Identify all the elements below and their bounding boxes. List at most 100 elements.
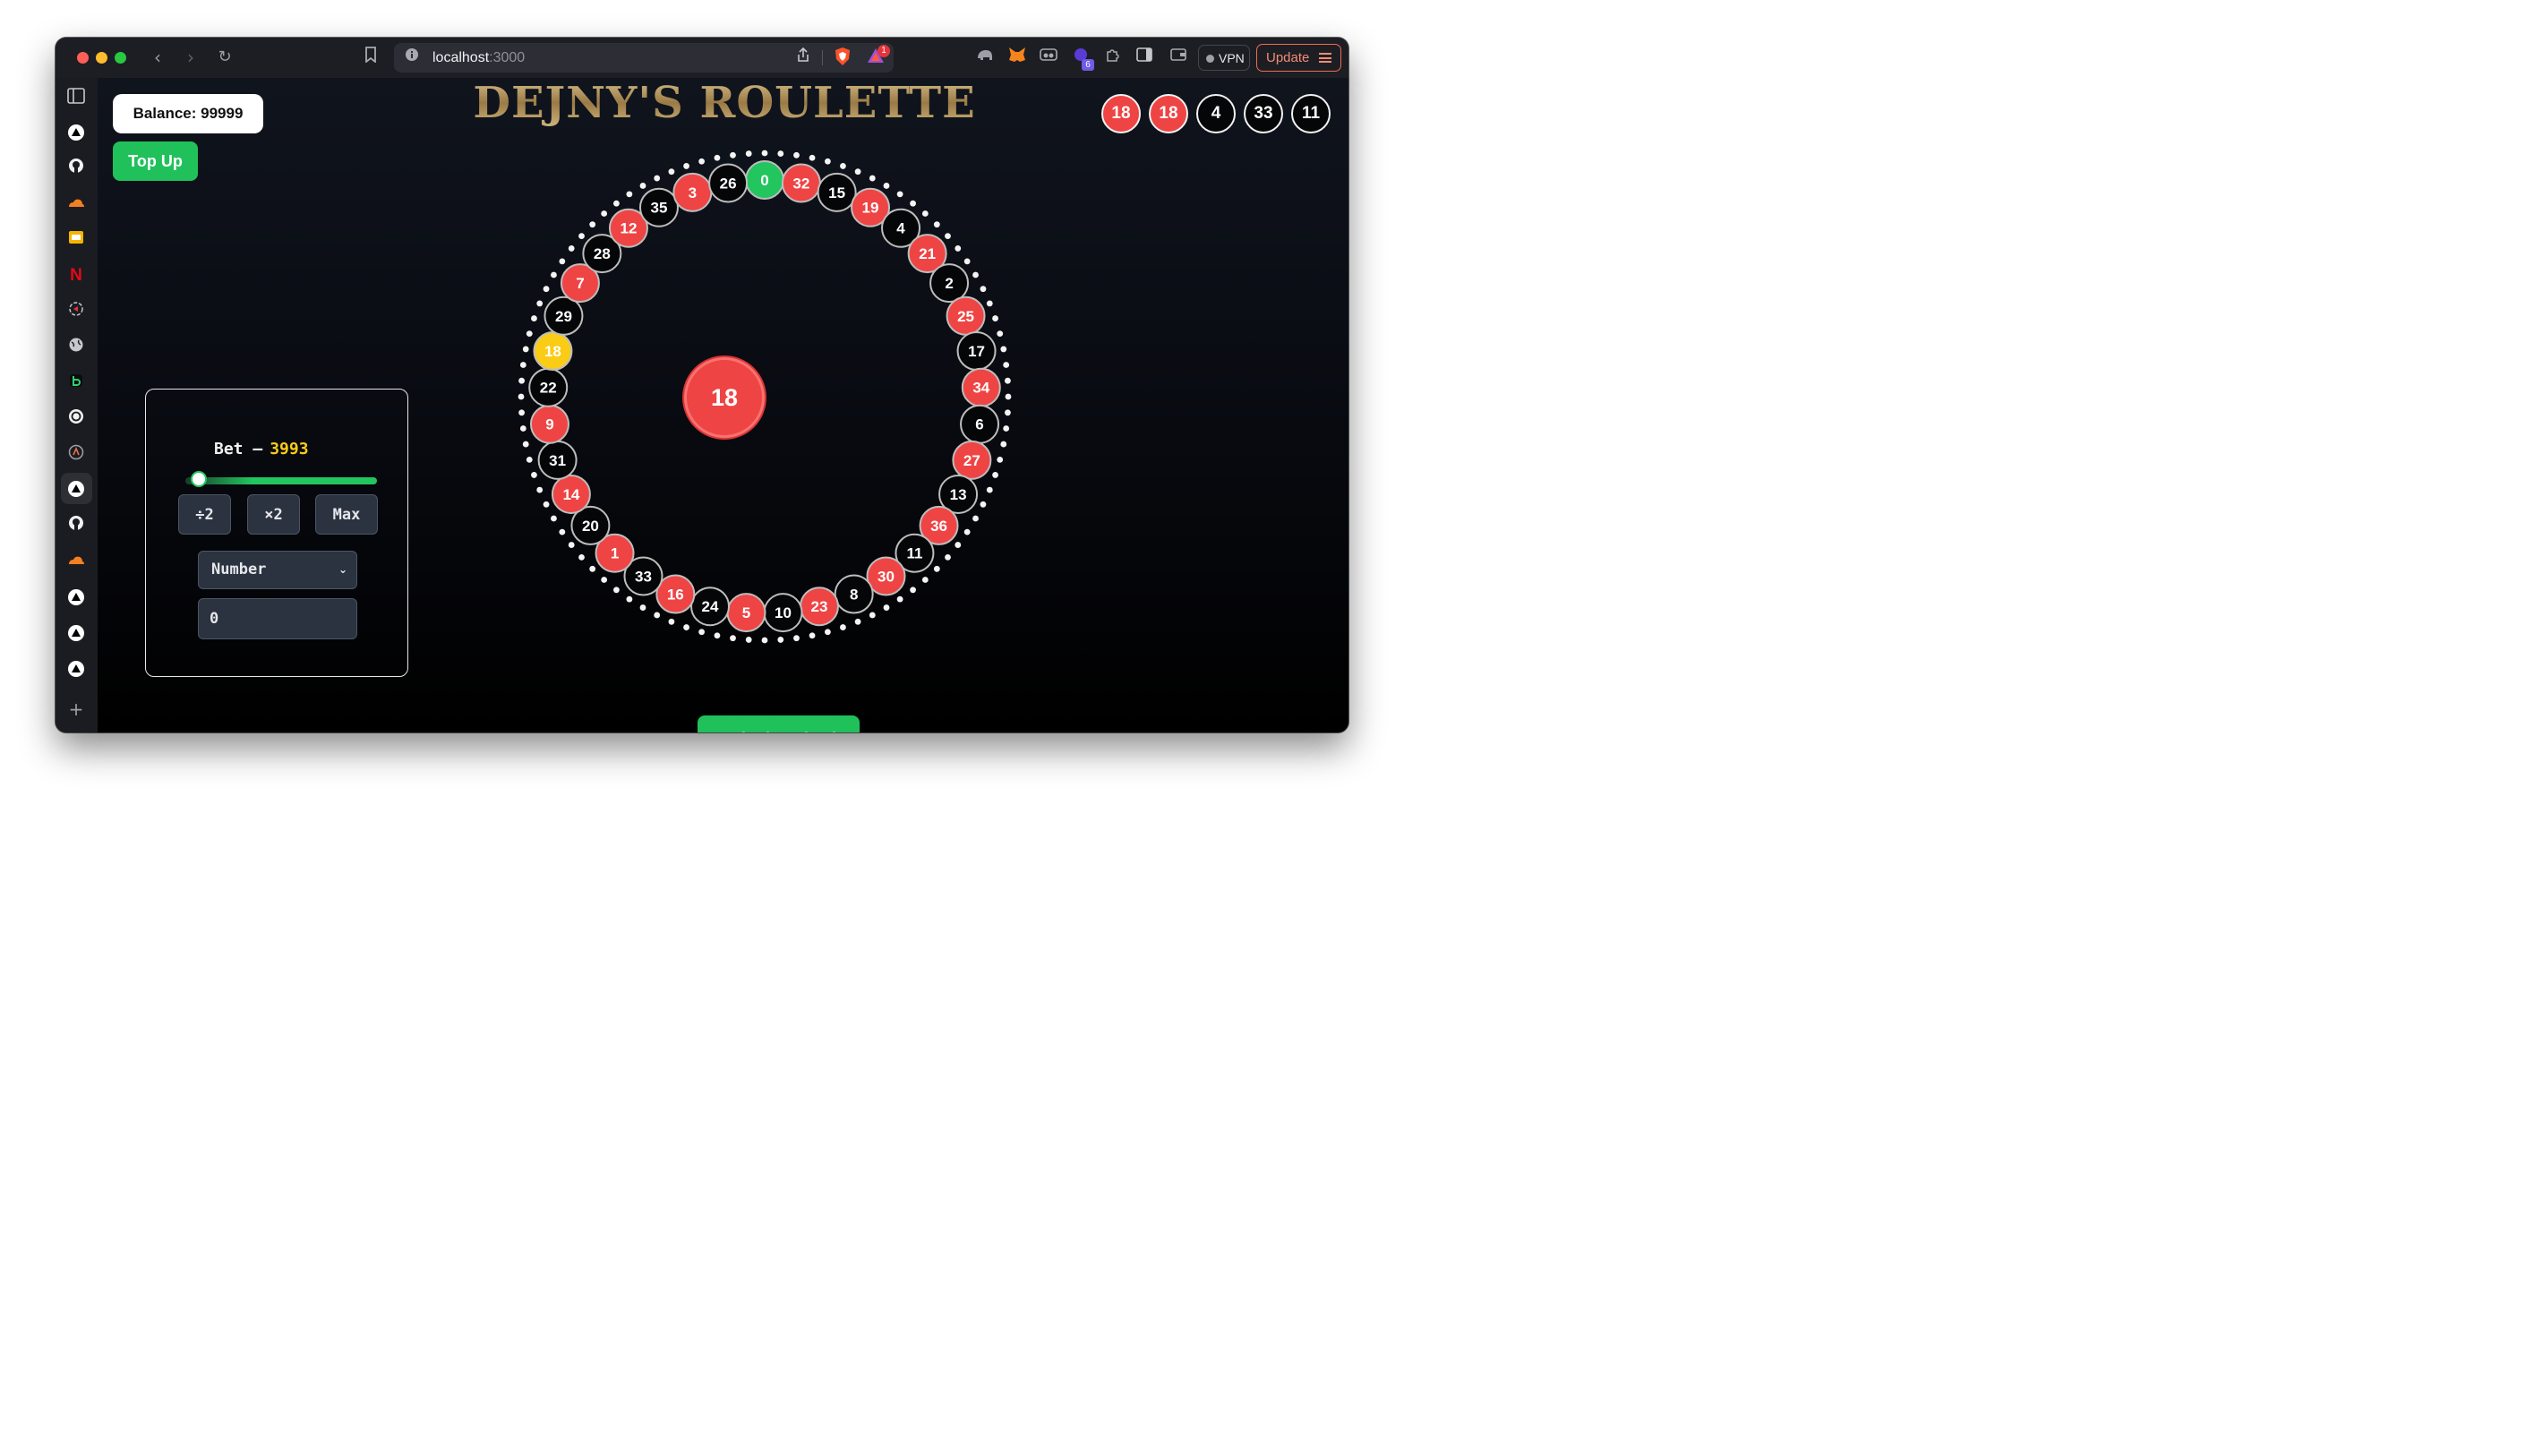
maximize-window-button[interactable] [115, 52, 126, 64]
wheel-dot [883, 604, 890, 611]
wheel-dot [522, 441, 529, 448]
wheel-dot [654, 175, 661, 182]
divider [822, 50, 823, 65]
wheel-dot [883, 183, 890, 189]
wheel-dot [578, 553, 585, 561]
pocket-number: 1 [611, 545, 619, 562]
wheel-dot [543, 501, 550, 508]
pocket-number: 26 [720, 175, 737, 192]
wheel-pocket: 35 [638, 187, 679, 227]
wheel-pocket: 9 [529, 404, 569, 444]
reload-icon[interactable]: ↻ [214, 47, 235, 68]
openai-icon[interactable] [65, 408, 87, 430]
pocket-number: 20 [582, 518, 599, 535]
pocket-number: 24 [702, 598, 719, 615]
github-icon[interactable] [65, 158, 87, 179]
brave-shields-icon[interactable] [832, 47, 853, 68]
wheel-dot [945, 553, 951, 561]
wheel-dot [683, 163, 689, 169]
wheel-pocket: 31 [537, 440, 578, 480]
vercel-icon[interactable] [68, 625, 84, 641]
back-icon[interactable]: ‹ [147, 47, 168, 68]
pocket-number: 11 [906, 545, 922, 562]
wheel-dot [526, 456, 533, 463]
wheel-dot [518, 393, 525, 400]
metamask-icon[interactable] [1006, 47, 1028, 68]
extension-b-icon[interactable] [65, 373, 87, 394]
bet-amount: 3993 [270, 440, 309, 458]
add-icon[interactable]: + [65, 698, 87, 720]
wheel-dot [921, 210, 929, 217]
browser-toolbar: ‹ › ↻ localhost:3000 1 6 VPN Update [56, 38, 1348, 78]
wheel-dot [761, 150, 768, 157]
cloudflare-icon[interactable] [65, 551, 87, 572]
bet-slider-track[interactable] [185, 477, 377, 484]
page-title: DEJNY'S ROULETTE [456, 78, 993, 128]
wheel-dot [745, 637, 752, 643]
sidebar-toggle-icon[interactable] [1134, 47, 1155, 68]
wheel-dot [714, 632, 721, 639]
share-icon[interactable] [792, 47, 814, 68]
vercel-icon[interactable] [68, 589, 84, 605]
double-bet-button[interactable]: ×2 [247, 494, 300, 535]
vercel-icon[interactable] [68, 661, 84, 677]
pocket-number: 0 [760, 172, 768, 189]
bookmark-icon[interactable] [360, 47, 381, 68]
halve-bet-button[interactable]: ÷2 [178, 494, 231, 535]
sidebar-panel-icon[interactable] [65, 88, 87, 109]
minimize-window-button[interactable] [96, 52, 107, 64]
history-chip: 11 [1291, 94, 1331, 133]
wheel-dot [992, 315, 998, 321]
pocket-number: 15 [828, 184, 845, 201]
wheel-pocket: 32 [781, 163, 821, 203]
update-button[interactable]: Update [1256, 44, 1341, 72]
netflix-icon[interactable]: N [65, 265, 87, 287]
wheel-pocket: 27 [952, 440, 992, 480]
extension-elephant-icon[interactable] [974, 47, 996, 68]
bet-slider-thumb[interactable] [190, 471, 207, 487]
max-bet-button[interactable]: Max [315, 494, 378, 535]
wheel-dot [980, 286, 987, 293]
close-window-button[interactable] [77, 52, 89, 64]
wheel-dot [714, 154, 721, 161]
wheel-dot [896, 595, 903, 603]
wheel-pocket: 5 [726, 593, 766, 633]
wheel-dot [559, 528, 566, 535]
wheel-pocket: 14 [551, 474, 591, 514]
wheel-dot [824, 629, 831, 636]
wheel-dot [777, 637, 784, 643]
bet-number-input[interactable] [198, 598, 357, 639]
address-bar[interactable]: localhost:3000 1 [394, 43, 894, 73]
extension-circle-icon[interactable] [65, 301, 87, 322]
wheel-dot [639, 183, 646, 189]
spin-wheel-button[interactable]: Spin the Wheel [698, 715, 860, 732]
history-chip: 33 [1244, 94, 1283, 133]
github-icon[interactable] [65, 515, 87, 536]
slides-icon[interactable] [65, 229, 87, 251]
cloudflare-icon[interactable] [65, 193, 87, 215]
wheel-dot [698, 158, 706, 165]
browser-sidebar: N + [56, 78, 98, 732]
globe-icon[interactable] [65, 337, 87, 358]
bet-type-select[interactable]: Number ⌄ [198, 551, 357, 589]
wheel-dot [519, 425, 526, 432]
wallet-icon[interactable] [1168, 47, 1189, 68]
wheel-dot [793, 151, 800, 158]
extension-glasses-icon[interactable] [1038, 47, 1059, 68]
top-up-button[interactable]: Top Up [113, 141, 198, 181]
pocket-number: 23 [811, 598, 828, 615]
wheel-dot [992, 472, 998, 478]
wheel-dot [531, 472, 537, 478]
vercel-icon[interactable] [68, 124, 84, 141]
vpn-button[interactable]: VPN [1198, 45, 1250, 71]
extensions-puzzle-icon[interactable] [1102, 47, 1124, 68]
vercel-icon[interactable] [68, 481, 84, 497]
wheel-dot [626, 595, 633, 603]
wheel-dot [745, 150, 752, 157]
wheel-dot [578, 233, 585, 240]
wheel-dot [986, 486, 993, 493]
extension-shield-icon[interactable] [65, 444, 87, 466]
forward-icon[interactable]: › [180, 47, 201, 68]
wheel-pocket: 2 [929, 263, 970, 304]
site-info-icon[interactable] [401, 47, 423, 68]
